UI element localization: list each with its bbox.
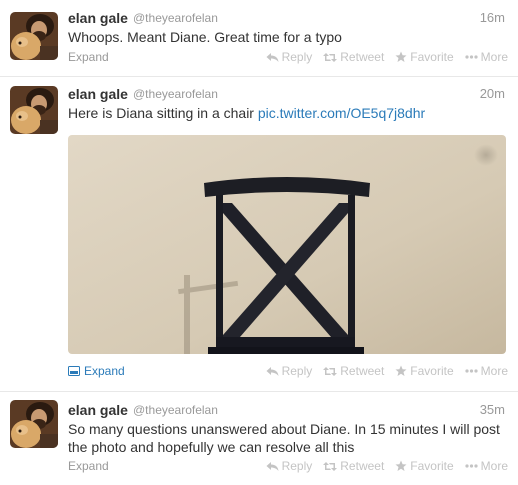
more-button[interactable]: More xyxy=(465,459,508,473)
author-handle[interactable]: @theyearofelan xyxy=(133,403,218,417)
retweet-icon xyxy=(323,366,338,376)
tweet-1[interactable]: elan gale @theyearofelan 16m Whoops. Mea… xyxy=(0,0,518,76)
more-label: More xyxy=(480,364,508,378)
retweet-label: Retweet xyxy=(340,364,385,378)
avatar[interactable] xyxy=(10,400,58,448)
photo-icon xyxy=(68,366,80,376)
more-dots-icon xyxy=(465,55,478,59)
more-button[interactable]: More xyxy=(465,50,508,64)
favorite-label: Favorite xyxy=(410,50,454,64)
avatar[interactable] xyxy=(10,86,58,134)
expand-link[interactable]: Expand xyxy=(68,364,125,378)
timestamp[interactable]: 16m xyxy=(480,10,505,25)
tweet-actions: Reply Retweet Favorite More xyxy=(266,50,508,64)
tweet-body: Here is Diana sitting in a chair xyxy=(68,105,254,121)
author-handle[interactable]: @theyearofelan xyxy=(133,87,218,101)
retweet-button[interactable]: Retweet xyxy=(323,50,384,64)
author-name[interactable]: elan gale xyxy=(68,402,128,418)
retweet-icon xyxy=(323,52,338,62)
tweet-text: Whoops. Meant Diane. Great time for a ty… xyxy=(68,28,500,46)
reply-label: Reply xyxy=(281,50,313,64)
timestamp[interactable]: 35m xyxy=(480,402,505,417)
tweet-body: Whoops. Meant Diane. Great time for a ty… xyxy=(68,29,342,45)
tweet-footer: Expand Reply Retweet Favorite More xyxy=(68,50,508,66)
favorite-button[interactable]: Favorite xyxy=(395,50,454,64)
tweet-body: So many questions unanswered about Diane… xyxy=(68,421,500,455)
retweet-label: Retweet xyxy=(340,50,385,64)
tweet-3[interactable]: elan gale @theyearofelan 35m So many que… xyxy=(0,391,518,485)
star-icon xyxy=(395,460,407,471)
favorite-button[interactable]: Favorite xyxy=(395,459,454,473)
expand-label: Expand xyxy=(84,364,125,378)
reply-icon xyxy=(266,461,279,471)
photo-link[interactable]: pic.twitter.com/OE5q7j8dhr xyxy=(258,105,425,121)
author-name[interactable]: elan gale xyxy=(68,10,128,26)
tweet-text: So many questions unanswered about Diane… xyxy=(68,420,500,456)
tweet-photo[interactable] xyxy=(68,135,506,354)
timestamp[interactable]: 20m xyxy=(480,86,505,101)
expand-link[interactable]: Expand xyxy=(68,50,109,64)
star-icon xyxy=(395,365,407,376)
reply-icon xyxy=(266,366,279,376)
retweet-button[interactable]: Retweet xyxy=(323,459,384,473)
favorite-button[interactable]: Favorite xyxy=(395,364,454,378)
reply-icon xyxy=(266,52,279,62)
reply-button[interactable]: Reply xyxy=(266,364,313,378)
reply-label: Reply xyxy=(281,364,313,378)
star-icon xyxy=(395,51,407,62)
retweet-button[interactable]: Retweet xyxy=(323,364,384,378)
tweet-actions: Reply Retweet Favorite More xyxy=(266,459,508,473)
tweet-footer: Expand Reply Retweet Favorite More xyxy=(68,459,508,475)
favorite-label: Favorite xyxy=(410,364,454,378)
expand-link[interactable]: Expand xyxy=(68,459,109,473)
tweet-actions: Reply Retweet Favorite More xyxy=(266,364,508,378)
reply-button[interactable]: Reply xyxy=(266,50,313,64)
reply-label: Reply xyxy=(281,459,313,473)
favorite-label: Favorite xyxy=(410,459,454,473)
tweet-2[interactable]: elan gale @theyearofelan 20m Here is Dia… xyxy=(0,76,518,391)
retweet-icon xyxy=(323,461,338,471)
tweet-text: Here is Diana sitting in a chair pic.twi… xyxy=(68,104,500,122)
avatar[interactable] xyxy=(10,12,58,60)
author-handle[interactable]: @theyearofelan xyxy=(133,11,218,25)
reply-button[interactable]: Reply xyxy=(266,459,313,473)
more-label: More xyxy=(480,459,508,473)
tweet-footer: Expand Reply Retweet Favorite More xyxy=(68,364,508,380)
more-dots-icon xyxy=(465,369,478,373)
more-dots-icon xyxy=(465,464,478,468)
more-button[interactable]: More xyxy=(465,364,508,378)
author-name[interactable]: elan gale xyxy=(68,86,128,102)
more-label: More xyxy=(480,50,508,64)
retweet-label: Retweet xyxy=(340,459,385,473)
